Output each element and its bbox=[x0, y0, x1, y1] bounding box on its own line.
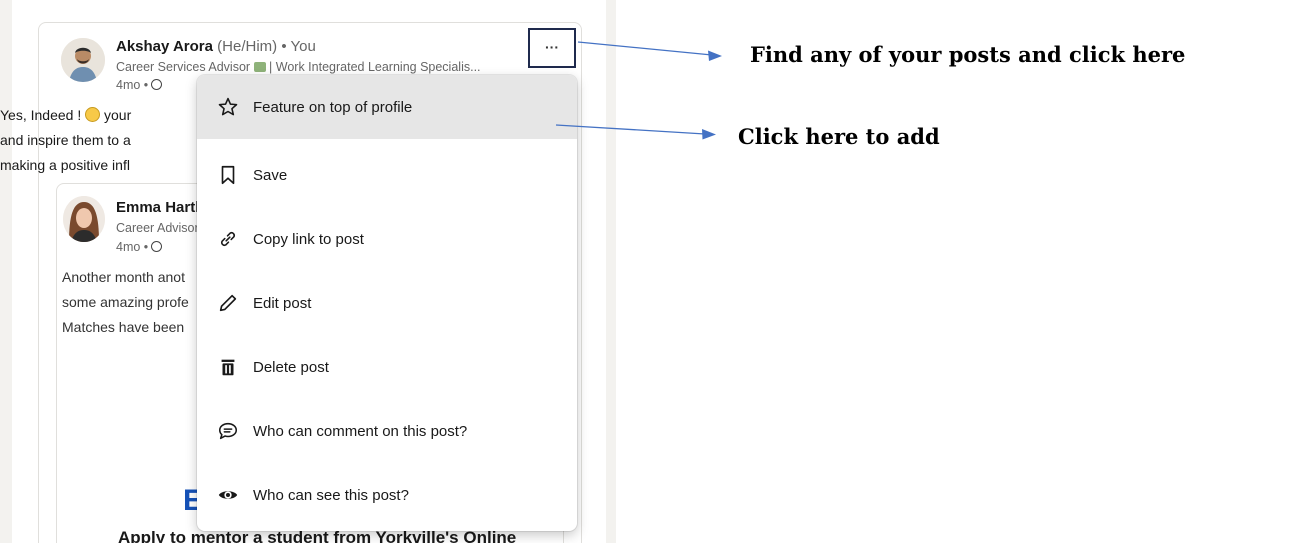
callout-find-posts: Find any of your posts and click here bbox=[750, 42, 1186, 67]
callout-click-to-add: Click here to add bbox=[738, 124, 940, 149]
arrow-head-top bbox=[708, 50, 722, 61]
annotation-arrows bbox=[555, 41, 722, 140]
arrow-line-mid bbox=[555, 124, 706, 135]
arrow-line-top bbox=[577, 41, 713, 56]
arrow-head-mid bbox=[702, 129, 716, 140]
